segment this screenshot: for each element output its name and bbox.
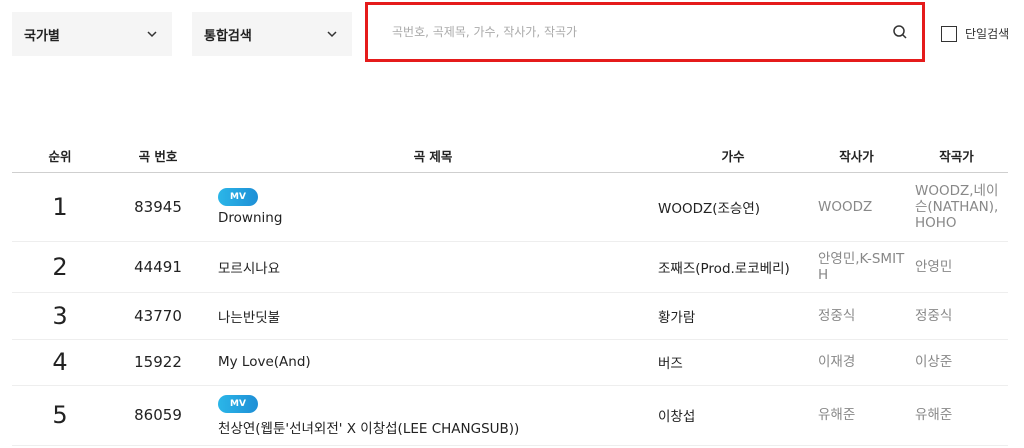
- song-title[interactable]: 나는반딧불: [218, 306, 658, 326]
- artist-cell: 조째즈(Prod.로코베리): [658, 260, 790, 277]
- country-select[interactable]: 국가별: [12, 12, 172, 56]
- song-title[interactable]: Drowning: [218, 210, 658, 226]
- lyricist-cell: 안영민,K-SMITH: [818, 250, 905, 283]
- rank-cell: 1: [52, 192, 68, 221]
- artist-cell: 황가람: [658, 309, 696, 326]
- title-cell[interactable]: 모르시나요: [208, 241, 658, 292]
- search-scope-value: 통합검색: [204, 28, 252, 44]
- composer-cell: 이상준: [915, 354, 953, 370]
- country-select-value: 국가별: [24, 28, 60, 44]
- song-title[interactable]: 모르시나요: [218, 257, 658, 277]
- single-search-checkbox[interactable]: [941, 25, 957, 42]
- single-search-label: 단일검색: [965, 27, 1010, 41]
- song-number-cell: 15922: [134, 353, 182, 371]
- song-table: 순위 곡 번호 곡 제목 가수 작사가 작곡가 1 83945 MV Drown…: [12, 140, 1008, 446]
- search-icon[interactable]: [892, 24, 908, 40]
- header-number: 곡 번호: [138, 149, 178, 165]
- song-number-cell: 44491: [134, 257, 182, 276]
- artist-cell: 버즈: [658, 356, 683, 372]
- search-input[interactable]: [392, 25, 892, 39]
- lyricist-cell: 정중식: [818, 307, 856, 324]
- table-row[interactable]: 1 83945 MV Drowning WOODZ(조승연) WOODZ WOO…: [12, 172, 1008, 241]
- single-search-toggle[interactable]: 단일검색: [941, 25, 1009, 42]
- table-row[interactable]: 2 44491 모르시나요 조째즈(Prod.로코베리) 안영민,K-SMITH…: [12, 241, 1008, 292]
- mv-badge[interactable]: MV: [218, 394, 258, 413]
- header-rank: 순위: [48, 149, 72, 165]
- chevron-down-icon: [147, 31, 157, 38]
- song-title[interactable]: My Love(And): [218, 354, 658, 370]
- title-cell[interactable]: MV 천상연(웹툰'선녀외전' X 이창섭(LEE CHANGSUB)): [208, 385, 658, 445]
- rank-cell: 5: [52, 401, 68, 429]
- table-header-row: 순위 곡 번호 곡 제목 가수 작사가 작곡가: [12, 140, 1008, 172]
- title-cell[interactable]: My Love(And): [208, 339, 658, 385]
- table-row[interactable]: 3 43770 나는반딧불 황가람 정중식 정중식: [12, 292, 1008, 339]
- rank-cell: 4: [52, 348, 68, 376]
- search-box: [365, 2, 925, 62]
- search-scope-select[interactable]: 통합검색: [192, 12, 352, 56]
- header-artist: 가수: [721, 149, 745, 165]
- lyricist-cell: WOODZ: [818, 198, 873, 215]
- lyricist-cell: 유해준: [818, 407, 856, 423]
- rank-cell: 2: [52, 252, 68, 281]
- header-composer: 작곡가: [939, 149, 974, 165]
- header-title: 곡 제목: [413, 149, 453, 165]
- artist-cell: 이창섭: [658, 409, 696, 425]
- chevron-down-icon: [327, 31, 337, 38]
- table-row[interactable]: 4 15922 My Love(And) 버즈 이재경 이상준: [12, 339, 1008, 385]
- artist-cell: WOODZ(조승연): [658, 200, 761, 217]
- composer-cell: 안영민: [915, 258, 953, 275]
- lyricist-cell: 이재경: [818, 354, 856, 370]
- song-number-cell: 43770: [134, 306, 182, 325]
- composer-cell: WOODZ,네이슨(NATHAN),HOHO: [915, 182, 999, 231]
- title-cell[interactable]: 나는반딧불: [208, 292, 658, 339]
- song-number-cell: 86059: [134, 406, 182, 424]
- song-title[interactable]: 천상연(웹툰'선녀외전' X 이창섭(LEE CHANGSUB)): [218, 417, 658, 437]
- table-row[interactable]: 5 86059 MV 천상연(웹툰'선녀외전' X 이창섭(LEE CHANGS…: [12, 385, 1008, 445]
- composer-cell: 정중식: [915, 307, 953, 324]
- mv-badge[interactable]: MV: [218, 188, 258, 206]
- song-number-cell: 83945: [134, 197, 182, 216]
- title-cell[interactable]: MV Drowning: [208, 172, 658, 241]
- rank-cell: 3: [52, 301, 68, 330]
- header-lyricist: 작사가: [839, 149, 874, 165]
- composer-cell: 유해준: [915, 407, 953, 423]
